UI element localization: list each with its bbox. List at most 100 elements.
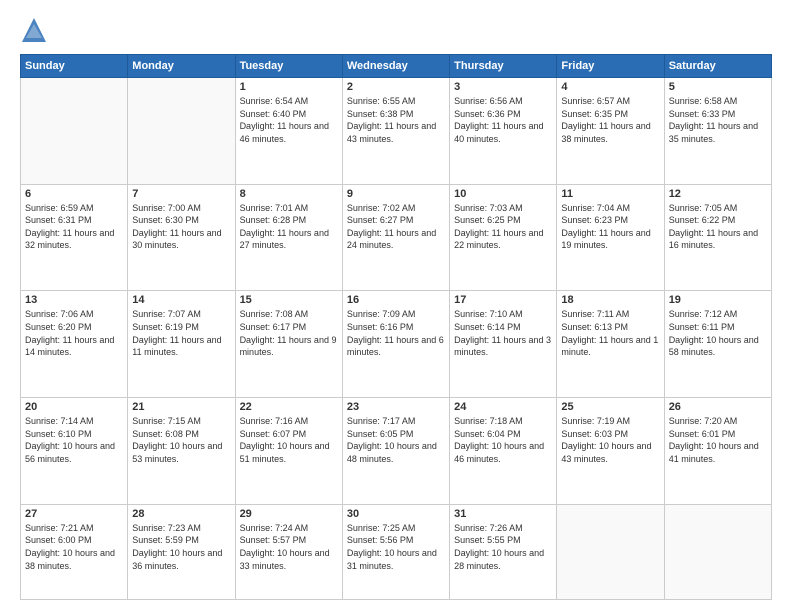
day-number: 4 [561, 81, 659, 93]
weekday-header-monday: Monday [128, 55, 235, 78]
calendar-cell: 20 Sunrise: 7:14 AM Sunset: 6:10 PM Dayli… [21, 398, 128, 505]
day-info: Sunrise: 7:15 AM Sunset: 6:08 PM Dayligh… [132, 415, 230, 465]
day-number: 19 [669, 294, 767, 306]
calendar-cell: 15 Sunrise: 7:08 AM Sunset: 6:17 PM Dayli… [235, 291, 342, 398]
day-number: 10 [454, 188, 552, 200]
calendar-cell: 14Sunrise: 7:07 AM Sunset: 6:19 PM Dayli… [128, 291, 235, 398]
calendar-cell: 18Sunrise: 7:11 AM Sunset: 6:13 PM Dayli… [557, 291, 664, 398]
weekday-header-tuesday: Tuesday [235, 55, 342, 78]
day-info: Sunrise: 6:56 AM Sunset: 6:36 PM Dayligh… [454, 95, 552, 145]
calendar-cell: 7 Sunrise: 7:00 AM Sunset: 6:30 PM Daylig… [128, 184, 235, 291]
calendar-cell: 17 Sunrise: 7:10 AM Sunset: 6:14 PM Dayli… [450, 291, 557, 398]
day-info: Sunrise: 7:05 AM Sunset: 6:22 PM Dayligh… [669, 202, 767, 252]
calendar-cell [128, 78, 235, 185]
day-number: 26 [669, 401, 767, 413]
calendar-cell: 6 Sunrise: 6:59 AM Sunset: 6:31 PM Daylig… [21, 184, 128, 291]
day-number: 24 [454, 401, 552, 413]
weekday-header-row: SundayMondayTuesdayWednesdayThursdayFrid… [21, 55, 772, 78]
calendar-cell: 23 Sunrise: 7:17 AM Sunset: 6:05 PM Dayli… [342, 398, 449, 505]
calendar-cell: 9 Sunrise: 7:02 AM Sunset: 6:27 PM Daylig… [342, 184, 449, 291]
day-info: Sunrise: 7:00 AM Sunset: 6:30 PM Dayligh… [132, 202, 230, 252]
day-number: 30 [347, 508, 445, 520]
day-info: Sunrise: 7:23 AM Sunset: 5:59 PM Dayligh… [132, 522, 230, 572]
day-number: 21 [132, 401, 230, 413]
calendar-cell: 22Sunrise: 7:16 AM Sunset: 6:07 PM Dayli… [235, 398, 342, 505]
day-info: Sunrise: 7:08 AM Sunset: 6:17 PM Dayligh… [240, 308, 338, 358]
day-info: Sunrise: 6:57 AM Sunset: 6:35 PM Dayligh… [561, 95, 659, 145]
calendar-cell: 10 Sunrise: 7:03 AM Sunset: 6:25 PM Dayli… [450, 184, 557, 291]
day-info: Sunrise: 7:02 AM Sunset: 6:27 PM Dayligh… [347, 202, 445, 252]
calendar-cell: 11 Sunrise: 7:04 AM Sunset: 6:23 PM Dayli… [557, 184, 664, 291]
calendar-cell: 29 Sunrise: 7:24 AM Sunset: 5:57 PM Dayli… [235, 504, 342, 599]
day-info: Sunrise: 6:59 AM Sunset: 6:31 PM Dayligh… [25, 202, 123, 252]
day-number: 7 [132, 188, 230, 200]
day-number: 23 [347, 401, 445, 413]
weekday-header-friday: Friday [557, 55, 664, 78]
calendar-cell: 12 Sunrise: 7:05 AM Sunset: 6:22 PM Dayli… [664, 184, 771, 291]
day-number: 25 [561, 401, 659, 413]
calendar-cell [557, 504, 664, 599]
day-number: 17 [454, 294, 552, 306]
calendar-cell: 13 Sunrise: 7:06 AM Sunset: 6:20 PM Dayli… [21, 291, 128, 398]
calendar-cell: 27 Sunrise: 7:21 AM Sunset: 6:00 PM Dayli… [21, 504, 128, 599]
day-info: Sunrise: 7:03 AM Sunset: 6:25 PM Dayligh… [454, 202, 552, 252]
day-number: 2 [347, 81, 445, 93]
day-info: Sunrise: 7:20 AM Sunset: 6:01 PM Dayligh… [669, 415, 767, 465]
day-number: 14 [132, 294, 230, 306]
day-number: 12 [669, 188, 767, 200]
calendar-cell: 31 Sunrise: 7:26 AM Sunset: 5:55 PM Dayli… [450, 504, 557, 599]
day-number: 13 [25, 294, 123, 306]
day-info: Sunrise: 7:24 AM Sunset: 5:57 PM Dayligh… [240, 522, 338, 572]
calendar-cell: 1Sunrise: 6:54 AM Sunset: 6:40 PM Daylig… [235, 78, 342, 185]
day-info: Sunrise: 7:12 AM Sunset: 6:11 PM Dayligh… [669, 308, 767, 358]
weekday-header-sunday: Sunday [21, 55, 128, 78]
page: SundayMondayTuesdayWednesdayThursdayFrid… [0, 0, 792, 612]
day-info: Sunrise: 7:06 AM Sunset: 6:20 PM Dayligh… [25, 308, 123, 358]
day-info: Sunrise: 7:09 AM Sunset: 6:16 PM Dayligh… [347, 308, 445, 358]
day-info: Sunrise: 6:54 AM Sunset: 6:40 PM Dayligh… [240, 95, 338, 145]
week-row-2: 6 Sunrise: 6:59 AM Sunset: 6:31 PM Daylig… [21, 184, 772, 291]
day-number: 3 [454, 81, 552, 93]
day-number: 6 [25, 188, 123, 200]
day-info: Sunrise: 7:01 AM Sunset: 6:28 PM Dayligh… [240, 202, 338, 252]
calendar-cell: 24Sunrise: 7:18 AM Sunset: 6:04 PM Dayli… [450, 398, 557, 505]
weekday-header-wednesday: Wednesday [342, 55, 449, 78]
calendar-table: SundayMondayTuesdayWednesdayThursdayFrid… [20, 54, 772, 600]
day-number: 15 [240, 294, 338, 306]
day-number: 16 [347, 294, 445, 306]
day-info: Sunrise: 7:25 AM Sunset: 5:56 PM Dayligh… [347, 522, 445, 572]
logo [20, 16, 54, 44]
day-number: 18 [561, 294, 659, 306]
day-number: 27 [25, 508, 123, 520]
week-row-4: 20 Sunrise: 7:14 AM Sunset: 6:10 PM Dayli… [21, 398, 772, 505]
day-number: 9 [347, 188, 445, 200]
day-number: 28 [132, 508, 230, 520]
day-info: Sunrise: 7:14 AM Sunset: 6:10 PM Dayligh… [25, 415, 123, 465]
day-info: Sunrise: 7:16 AM Sunset: 6:07 PM Dayligh… [240, 415, 338, 465]
week-row-3: 13 Sunrise: 7:06 AM Sunset: 6:20 PM Dayli… [21, 291, 772, 398]
day-info: Sunrise: 7:19 AM Sunset: 6:03 PM Dayligh… [561, 415, 659, 465]
calendar-cell [21, 78, 128, 185]
calendar-cell: 3 Sunrise: 6:56 AM Sunset: 6:36 PM Daylig… [450, 78, 557, 185]
day-info: Sunrise: 7:21 AM Sunset: 6:00 PM Dayligh… [25, 522, 123, 572]
day-number: 11 [561, 188, 659, 200]
calendar-cell: 5 Sunrise: 6:58 AM Sunset: 6:33 PM Daylig… [664, 78, 771, 185]
day-info: Sunrise: 7:26 AM Sunset: 5:55 PM Dayligh… [454, 522, 552, 572]
calendar-cell: 4 Sunrise: 6:57 AM Sunset: 6:35 PM Daylig… [557, 78, 664, 185]
day-info: Sunrise: 6:55 AM Sunset: 6:38 PM Dayligh… [347, 95, 445, 145]
week-row-5: 27 Sunrise: 7:21 AM Sunset: 6:00 PM Dayli… [21, 504, 772, 599]
day-info: Sunrise: 7:04 AM Sunset: 6:23 PM Dayligh… [561, 202, 659, 252]
calendar-cell: 2 Sunrise: 6:55 AM Sunset: 6:38 PM Daylig… [342, 78, 449, 185]
day-number: 31 [454, 508, 552, 520]
day-info: Sunrise: 7:10 AM Sunset: 6:14 PM Dayligh… [454, 308, 552, 358]
calendar-cell: 19 Sunrise: 7:12 AM Sunset: 6:11 PM Dayli… [664, 291, 771, 398]
day-info: Sunrise: 7:17 AM Sunset: 6:05 PM Dayligh… [347, 415, 445, 465]
day-number: 20 [25, 401, 123, 413]
day-number: 5 [669, 81, 767, 93]
day-number: 29 [240, 508, 338, 520]
day-info: Sunrise: 6:58 AM Sunset: 6:33 PM Dayligh… [669, 95, 767, 145]
week-row-1: 1Sunrise: 6:54 AM Sunset: 6:40 PM Daylig… [21, 78, 772, 185]
header [20, 16, 772, 44]
weekday-header-saturday: Saturday [664, 55, 771, 78]
logo-icon [20, 16, 48, 44]
